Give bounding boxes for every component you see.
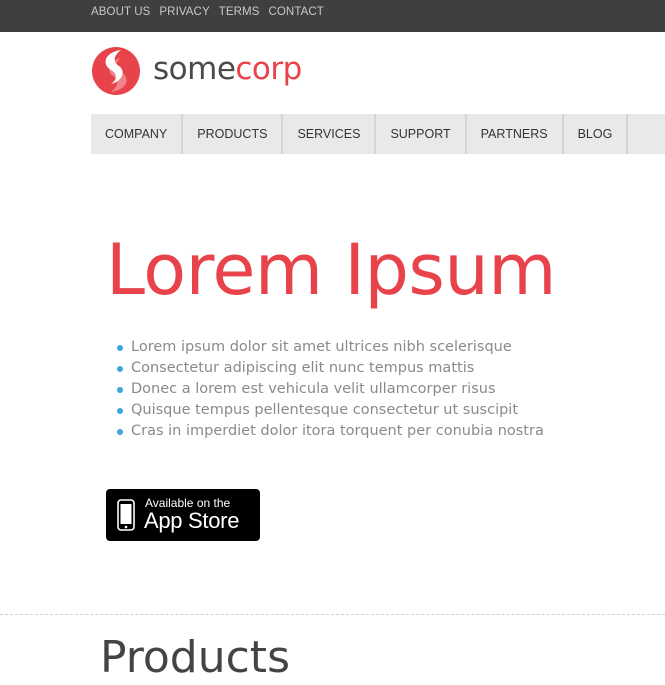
- nav-products[interactable]: PRODUCTS: [183, 114, 284, 154]
- brand-name-some: some: [153, 50, 236, 87]
- feature-text: Consectetur adipiscing elit nunc tempus …: [131, 360, 475, 376]
- products-heading: Products: [100, 632, 290, 683]
- brand-logo[interactable]: somecorp: [91, 46, 302, 96]
- app-store-line2: App Store: [144, 508, 240, 533]
- iphone-icon: [117, 499, 135, 531]
- nav-blog[interactable]: BLOG: [564, 114, 629, 154]
- feature-list: Lorem ipsum dolor sit amet ultrices nibh…: [116, 337, 544, 442]
- feature-text: Donec a lorem est vehicula velit ullamco…: [131, 381, 496, 397]
- top-links: ABOUT US PRIVACY TERMS CONTACT: [91, 6, 324, 18]
- feature-text: Quisque tempus pellentesque consectetur …: [131, 402, 519, 418]
- bullet-icon: [117, 387, 123, 393]
- nav-services[interactable]: SERVICES: [283, 114, 377, 154]
- top-bar: ABOUT US PRIVACY TERMS CONTACT: [0, 0, 665, 32]
- feature-item: Cras in imperdiet dolor itora torquent p…: [116, 421, 544, 442]
- feature-item: Quisque tempus pellentesque consectetur …: [116, 400, 544, 421]
- feature-item: Consectetur adipiscing elit nunc tempus …: [116, 358, 544, 379]
- hero-title: Lorem Ipsum: [106, 229, 556, 311]
- app-store-badge[interactable]: Available on the App Store: [106, 489, 260, 541]
- feature-item: Lorem ipsum dolor sit amet ultrices nibh…: [116, 337, 544, 358]
- section-divider: [0, 614, 665, 615]
- top-link-terms[interactable]: TERMS: [219, 6, 260, 18]
- feature-text: Cras in imperdiet dolor itora torquent p…: [131, 423, 544, 439]
- nav-company[interactable]: COMPANY: [91, 114, 184, 154]
- top-link-privacy[interactable]: PRIVACY: [159, 6, 209, 18]
- bullet-icon: [117, 429, 123, 435]
- nav-partners[interactable]: PARTNERS: [467, 114, 564, 154]
- top-link-contact[interactable]: CONTACT: [268, 6, 323, 18]
- somecorp-logo-icon: [92, 47, 140, 95]
- nav-support[interactable]: SUPPORT: [376, 114, 467, 154]
- main-nav: COMPANY PRODUCTS SERVICES SUPPORT PARTNE…: [91, 114, 665, 154]
- bullet-icon: [117, 408, 123, 414]
- feature-item: Donec a lorem est vehicula velit ullamco…: [116, 379, 544, 400]
- bullet-icon: [117, 366, 123, 372]
- brand-name-corp: corp: [235, 50, 302, 87]
- feature-text: Lorem ipsum dolor sit amet ultrices nibh…: [131, 339, 512, 355]
- bullet-icon: [117, 345, 123, 351]
- top-link-about-us[interactable]: ABOUT US: [91, 6, 150, 18]
- brand-name: somecorp: [153, 50, 302, 87]
